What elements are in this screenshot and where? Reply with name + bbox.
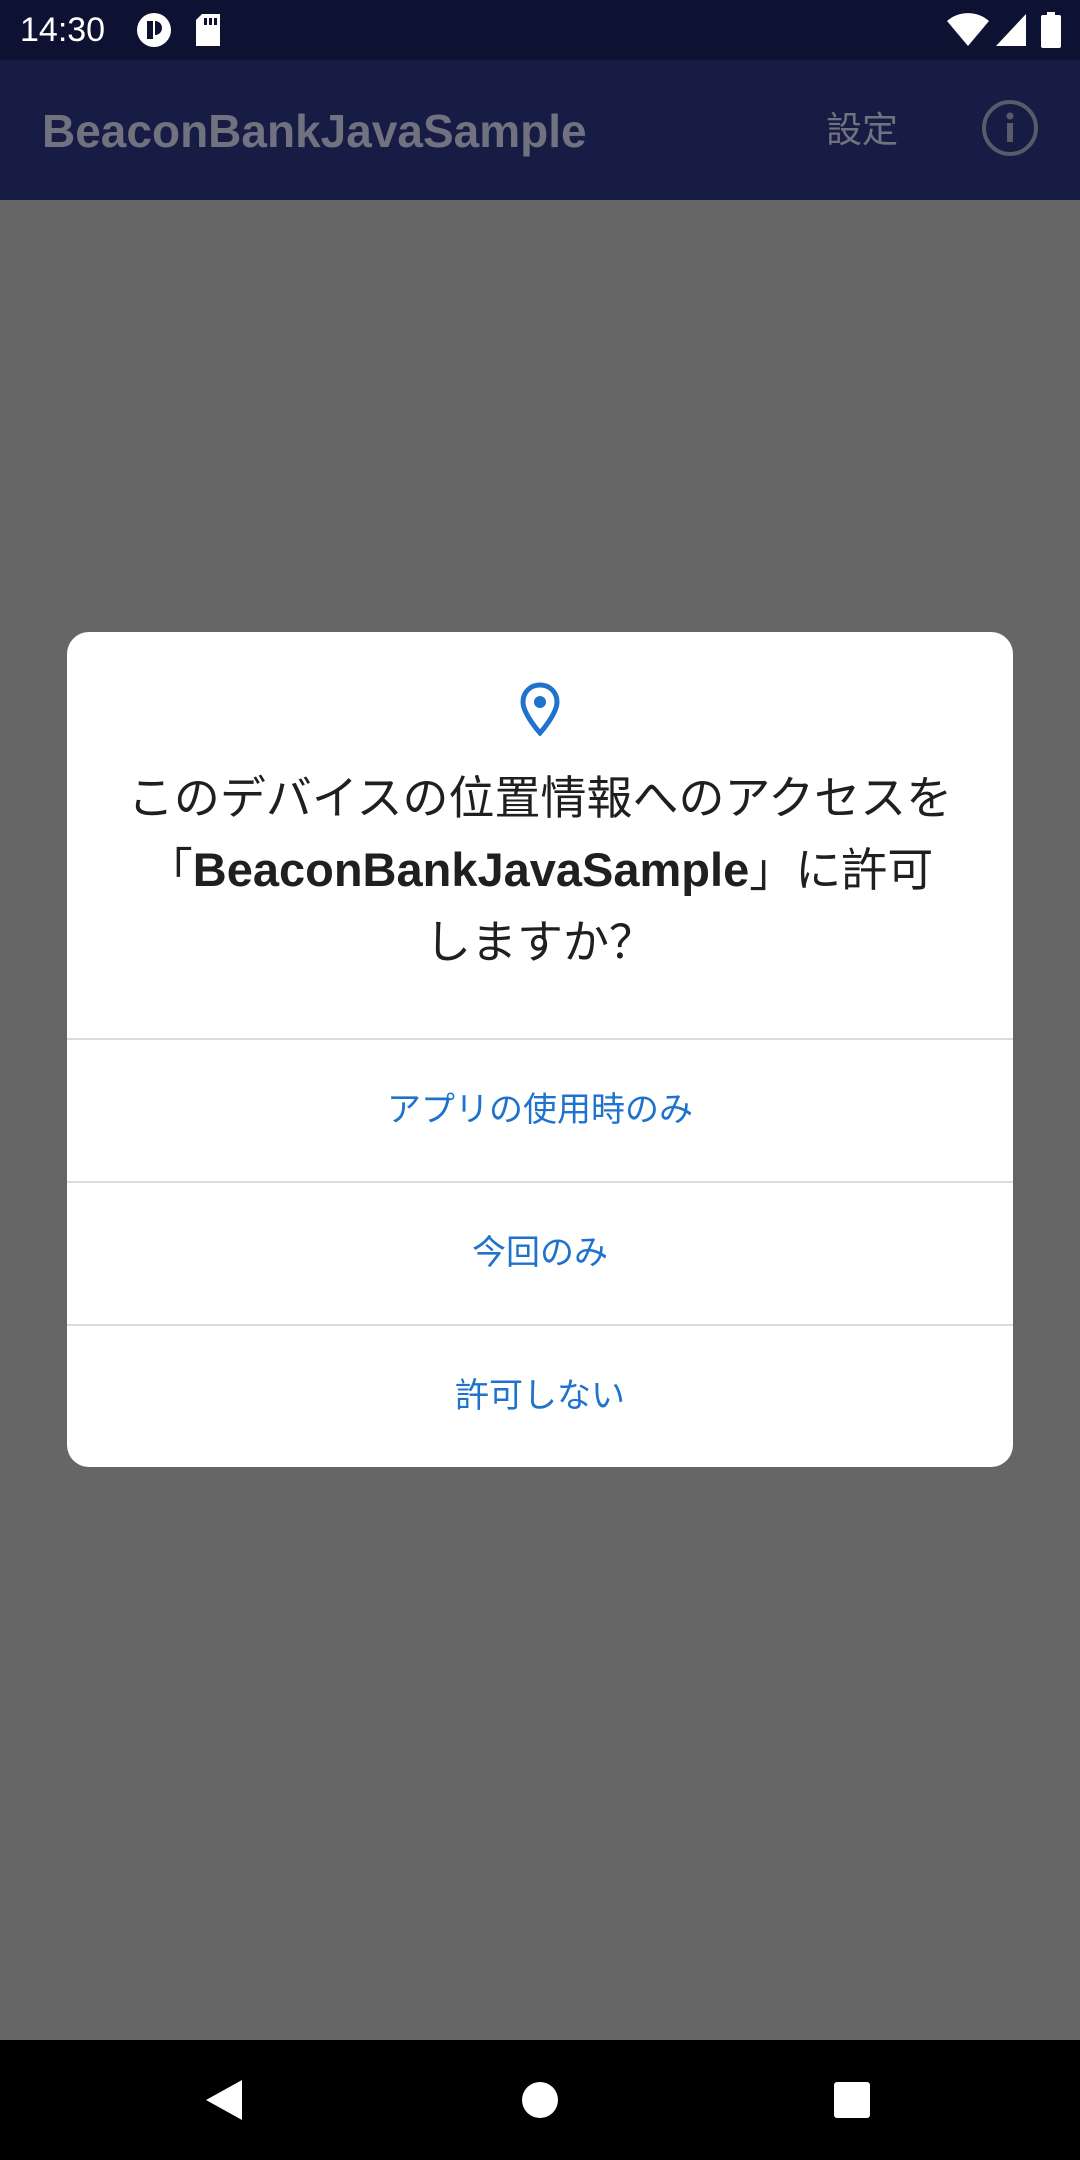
app-notification-icon	[137, 13, 171, 47]
screen: 14:30 BeaconBankJavaSample 設定 このデバイスの位置情…	[0, 0, 1080, 2160]
location-pin-icon	[520, 682, 560, 736]
location-permission-dialog: このデバイスの位置情報へのアクセスを「BeaconBankJavaSample」…	[67, 632, 1013, 1467]
allow-only-this-time-button[interactable]: 今回のみ	[67, 1183, 1013, 1324]
back-icon[interactable]	[204, 2078, 244, 2122]
wifi-icon	[947, 13, 989, 46]
app-bar: BeaconBankJavaSample 設定	[0, 60, 1080, 200]
settings-button[interactable]: 設定	[826, 104, 898, 158]
info-icon[interactable]	[980, 98, 1040, 158]
allow-while-using-app-button[interactable]: アプリの使用時のみ	[67, 1040, 1013, 1181]
battery-icon	[1041, 12, 1061, 48]
cell-signal-icon	[996, 14, 1026, 46]
home-icon[interactable]	[521, 2081, 559, 2119]
deny-button[interactable]: 許可しない	[67, 1326, 1013, 1467]
sd-card-icon	[196, 14, 220, 46]
app-title: BeaconBankJavaSample	[42, 105, 587, 157]
dialog-app-name: BeaconBankJavaSample	[192, 843, 750, 896]
dialog-message: このデバイスの位置情報へのアクセスを「BeaconBankJavaSample」…	[127, 762, 953, 978]
status-bar: 14:30	[0, 0, 1080, 60]
recents-icon[interactable]	[834, 2082, 870, 2118]
navigation-bar	[0, 2040, 1080, 2160]
status-time: 14:30	[20, 11, 106, 49]
